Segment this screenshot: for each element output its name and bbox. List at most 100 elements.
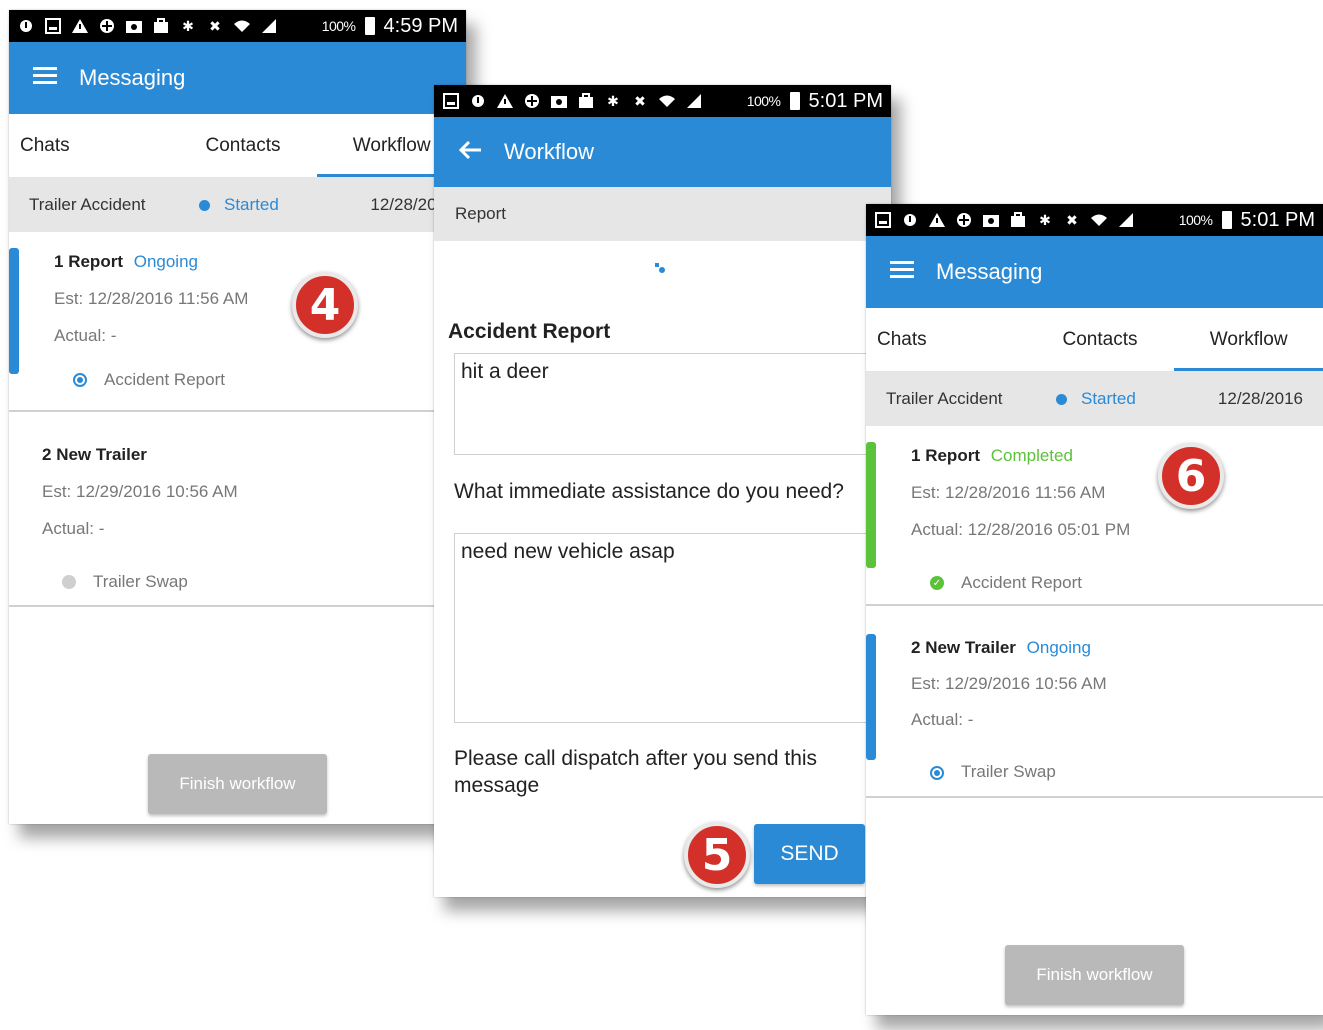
tab-chats[interactable]: Chats xyxy=(866,308,1026,371)
image-icon xyxy=(982,212,1000,228)
step-item-label[interactable]: Accident Report xyxy=(104,370,225,390)
section-header: Report xyxy=(434,187,891,241)
workflow-step[interactable]: 2 New Trailer Ongoing Est: 12/29/2016 10… xyxy=(866,606,1323,798)
image-icon xyxy=(125,18,143,34)
screenshot-icon xyxy=(44,18,62,34)
workflow-header[interactable]: Trailer Accident Started 12/28/201 xyxy=(9,178,466,232)
screenshot-icon xyxy=(442,93,460,109)
image-icon xyxy=(550,93,568,109)
send-button[interactable]: SEND xyxy=(754,824,865,884)
tab-chats[interactable]: Chats xyxy=(9,114,169,177)
signal-icon xyxy=(1117,212,1135,228)
step-title: 1 Report Ongoing xyxy=(54,252,198,272)
step-estimate: Est: 12/29/2016 10:56 AM xyxy=(911,674,1107,693)
workflow-step[interactable]: 2 New Trailer Est: 12/29/2016 10:56 AM A… xyxy=(9,412,466,607)
status-dot xyxy=(1056,393,1067,405)
warning-icon xyxy=(928,212,946,228)
step-state: Ongoing xyxy=(133,252,198,271)
status-dot xyxy=(199,199,210,211)
workflow-status: Started xyxy=(1081,389,1136,408)
step-estimate: Est: 12/28/2016 11:56 AM xyxy=(54,289,249,308)
menu-icon[interactable] xyxy=(33,66,57,90)
status-bar: ✱ ✖ 100% 5:01 PM xyxy=(866,204,1323,236)
phone-screen-workflow-form: ✱ ✖ 100% 5:01 PM Workflow Report Acciden… xyxy=(434,85,891,897)
phone-screen-messaging-completed: ✱ ✖ 100% 5:01 PM Messaging Chats Contact… xyxy=(866,204,1323,1015)
step-badge-4: 4 xyxy=(292,272,358,338)
status-bar: ✱ ✖ 100% 5:01 PM xyxy=(434,85,891,117)
step-state: Ongoing xyxy=(1026,638,1091,657)
workflow-header[interactable]: Trailer Accident Started 12/28/2016 xyxy=(866,372,1323,426)
workflow-step[interactable]: 1 Report Ongoing Est: 12/28/2016 11:56 A… xyxy=(9,232,466,412)
app-bar: Messaging xyxy=(866,236,1323,308)
step-name: Report xyxy=(68,252,123,271)
app-bar: Workflow xyxy=(434,117,891,187)
tab-bar: Chats Contacts Workflow xyxy=(866,308,1323,372)
accident-report-input[interactable]: hit a deer xyxy=(454,353,891,455)
mute-icon: ✖ xyxy=(634,92,646,109)
signal-icon xyxy=(260,18,278,34)
app-title: Messaging xyxy=(79,65,186,90)
notification-icon xyxy=(901,212,919,228)
step-actual: Actual: - xyxy=(42,519,105,538)
bluetooth-icon: ✱ xyxy=(607,92,619,109)
step-estimate: Est: 12/29/2016 10:56 AM xyxy=(42,482,238,501)
step-estimate: Est: 12/28/2016 11:56 AM xyxy=(911,483,1106,502)
mute-icon: ✖ xyxy=(1066,211,1078,228)
clock: 5:01 PM xyxy=(808,89,883,112)
mute-icon: ✖ xyxy=(209,17,221,34)
dispatch-note: Please call dispatch after you send this… xyxy=(454,747,818,797)
plus-icon xyxy=(955,212,973,228)
step-name: Report xyxy=(925,446,980,465)
assistance-input[interactable]: need new vehicle asap xyxy=(454,533,891,723)
wifi-icon xyxy=(233,18,251,34)
step-name: New Trailer xyxy=(56,445,147,464)
step-state: Completed xyxy=(990,446,1073,465)
bluetooth-icon: ✱ xyxy=(182,17,194,34)
step-title: 1 Report Completed xyxy=(911,446,1073,466)
briefcase-icon xyxy=(152,18,170,34)
signal-icon xyxy=(685,93,703,109)
warning-icon xyxy=(71,18,89,34)
plus-icon xyxy=(523,93,541,109)
clock: 5:01 PM xyxy=(1240,208,1315,231)
page-indicator-dot xyxy=(655,263,665,273)
app-title: Workflow xyxy=(504,139,595,164)
step-badge-5: 5 xyxy=(684,822,750,888)
step-title: 2 New Trailer xyxy=(42,445,147,465)
check-completed-icon[interactable]: ✓ xyxy=(930,576,944,590)
step-item-label[interactable]: Trailer Swap xyxy=(93,572,188,592)
battery-icon xyxy=(364,17,375,35)
back-arrow-icon[interactable] xyxy=(458,140,482,165)
app-bar: Messaging xyxy=(9,42,466,114)
bluetooth-icon: ✱ xyxy=(1039,211,1051,228)
step-title: 2 New Trailer Ongoing xyxy=(911,638,1091,658)
tab-workflow[interactable]: Workflow xyxy=(1174,308,1323,371)
tab-contacts[interactable]: Contacts xyxy=(1026,308,1175,371)
finish-workflow-button[interactable]: Finish workflow xyxy=(1005,945,1184,1005)
finish-workflow-button[interactable]: Finish workflow xyxy=(148,754,327,814)
radio-unselected-icon[interactable] xyxy=(62,575,76,589)
briefcase-icon xyxy=(1009,212,1027,228)
workflow-date: 12/28/2016 xyxy=(1217,389,1303,408)
radio-selected-icon[interactable] xyxy=(930,766,944,780)
battery-percent: 100% xyxy=(1178,212,1213,228)
battery-icon xyxy=(1221,211,1232,229)
step-name: New Trailer xyxy=(925,638,1016,657)
step-number: 2 xyxy=(911,638,921,657)
step-item-label[interactable]: Accident Report xyxy=(961,573,1082,593)
step-active-indicator xyxy=(9,248,19,374)
step-actual: Actual: - xyxy=(911,710,974,729)
menu-icon[interactable] xyxy=(890,260,914,284)
step-active-indicator xyxy=(866,634,876,760)
step-completed-indicator xyxy=(866,442,876,568)
workflow-step[interactable]: 1 Report Completed Est: 12/28/2016 11:56… xyxy=(866,426,1323,606)
screenshot-icon xyxy=(874,212,892,228)
step-actual: Actual: 12/28/2016 05:01 PM xyxy=(911,520,1131,539)
clock: 4:59 PM xyxy=(383,14,458,37)
step-item-label[interactable]: Trailer Swap xyxy=(961,762,1056,782)
field-label-assistance: What immediate assistance do you need? xyxy=(454,480,844,503)
radio-selected-icon[interactable] xyxy=(73,373,87,387)
step-number: 1 xyxy=(911,446,921,465)
tab-contacts[interactable]: Contacts xyxy=(169,114,318,177)
phone-screen-messaging-ongoing: ✱ ✖ 100% 4:59 PM Messaging Chats Contact… xyxy=(9,10,466,824)
